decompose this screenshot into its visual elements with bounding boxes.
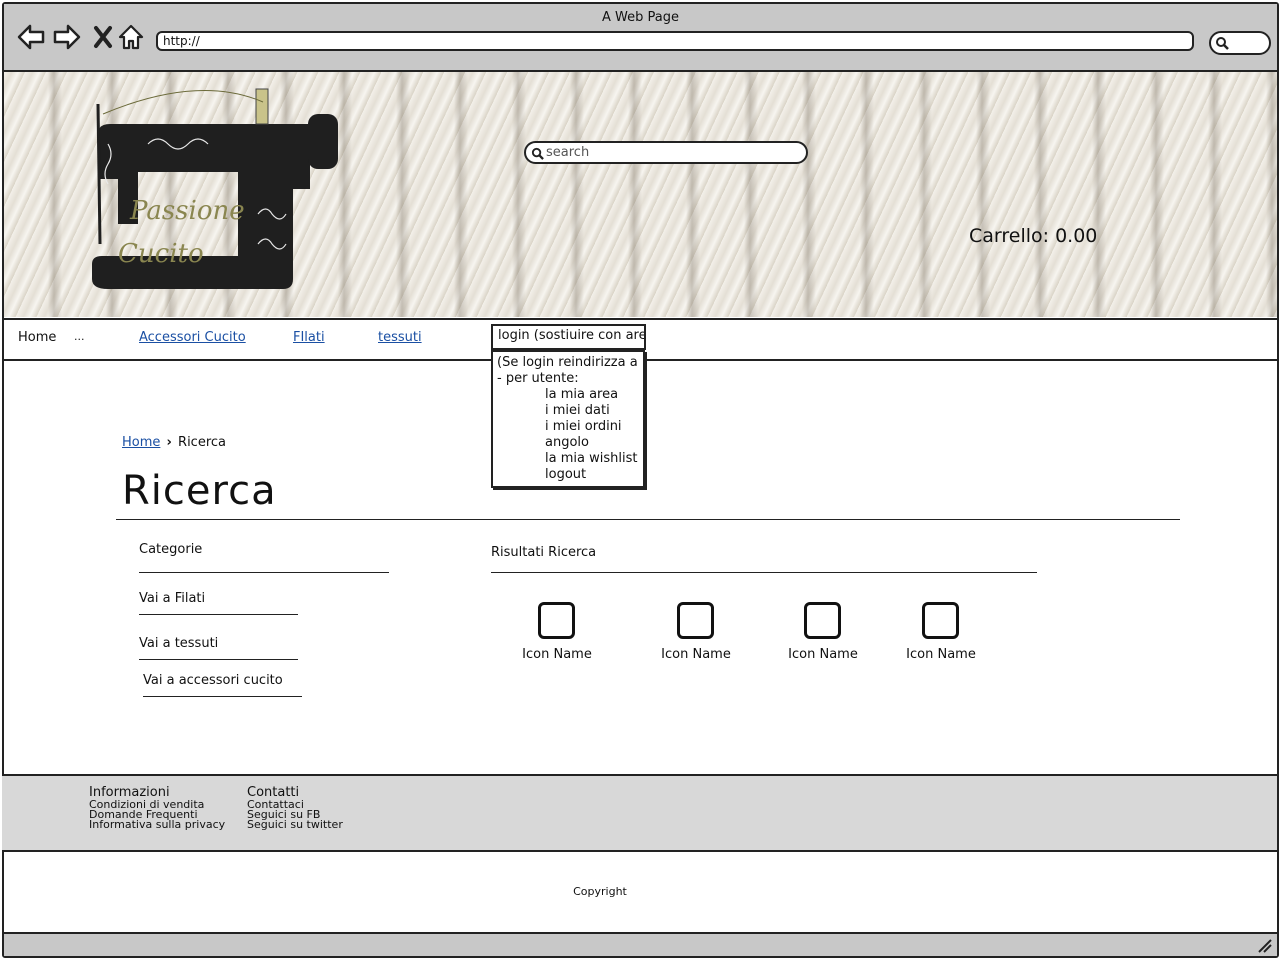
nav-home[interactable]: Home bbox=[18, 330, 56, 345]
back-icon[interactable] bbox=[16, 22, 46, 52]
menu-item-wishlist[interactable]: la mia wishlist bbox=[497, 451, 639, 467]
result-icon[interactable] bbox=[804, 602, 841, 639]
sidebar-divider bbox=[139, 614, 298, 615]
result-icon-label[interactable]: Icon Name bbox=[891, 647, 991, 662]
resize-handle-icon[interactable] bbox=[1257, 939, 1273, 953]
breadcrumb: Home › Ricerca bbox=[122, 435, 226, 450]
result-icon-label[interactable]: Icon Name bbox=[773, 647, 873, 662]
result-icon[interactable] bbox=[677, 602, 714, 639]
browser-statusbar bbox=[4, 932, 1277, 956]
browser-search-field[interactable] bbox=[1209, 31, 1271, 55]
site-search-input[interactable]: search bbox=[524, 141, 808, 164]
window-title: A Web Page bbox=[602, 10, 679, 25]
search-placeholder: search bbox=[546, 145, 590, 160]
footer-link-twitter[interactable]: Seguici su twitter bbox=[247, 819, 343, 830]
cart-total[interactable]: Carrello: 0.00 bbox=[969, 225, 1097, 247]
logo-text-2: Cucito bbox=[118, 239, 204, 269]
menu-item-i-miei-dati[interactable]: i miei dati bbox=[497, 403, 639, 419]
result-icon[interactable] bbox=[538, 602, 575, 639]
login-select[interactable]: login (sostiuire con area per utente) bbox=[491, 324, 646, 350]
logo-text-1: Passione bbox=[129, 196, 245, 226]
nav-accessori-cucito[interactable]: Accessori Cucito bbox=[139, 330, 246, 345]
dropdown-note: (Se login reindirizza a bbox=[497, 355, 638, 370]
search-icon bbox=[1216, 37, 1229, 50]
sidebar-item-accessori[interactable]: Vai a accessori cucito bbox=[143, 673, 283, 688]
login-select-value: login (sostiuire con area per utente) bbox=[498, 328, 646, 343]
sidebar-divider bbox=[139, 572, 389, 573]
sidebar-divider bbox=[139, 659, 298, 660]
footer-link-privacy[interactable]: Informativa sulla privacy bbox=[89, 819, 225, 830]
home-icon[interactable] bbox=[116, 22, 146, 52]
results-divider bbox=[491, 572, 1037, 573]
dropdown-note: - per utente: bbox=[497, 371, 579, 386]
nav-filati[interactable]: FIlati bbox=[293, 330, 325, 345]
forward-icon[interactable] bbox=[52, 22, 82, 52]
browser-toolbar: A Web Page http:// bbox=[4, 4, 1277, 72]
sidebar-item-tessuti[interactable]: Vai a tessuti bbox=[139, 636, 218, 651]
sidebar-item-filati[interactable]: Vai a Filati bbox=[139, 591, 205, 606]
footer: Informazioni Condizioni di vendita Doman… bbox=[2, 774, 1277, 852]
menu-item-la-mia-area[interactable]: la mia area bbox=[497, 387, 639, 403]
sidebar-heading: Categorie bbox=[139, 542, 203, 557]
nav-ellipsis: ... bbox=[74, 330, 85, 343]
menu-item-angolo[interactable]: angolo bbox=[497, 435, 639, 451]
breadcrumb-home[interactable]: Home bbox=[122, 435, 160, 450]
url-field[interactable]: http:// bbox=[156, 31, 1194, 51]
login-dropdown-menu: (Se login reindirizza a - per utente: la… bbox=[491, 350, 645, 488]
header-banner: Passione Cucito search Carrello: 0.00 bbox=[4, 72, 1277, 317]
sidebar-divider bbox=[143, 696, 302, 697]
breadcrumb-current: Ricerca bbox=[178, 435, 226, 450]
menu-item-logout[interactable]: logout bbox=[497, 467, 639, 483]
title-divider bbox=[116, 519, 1180, 520]
result-icon-label[interactable]: Icon Name bbox=[507, 647, 607, 662]
results-heading: Risultati Ricerca bbox=[491, 545, 597, 560]
result-icon-label[interactable]: Icon Name bbox=[646, 647, 746, 662]
menu-item-i-miei-ordini[interactable]: i miei ordini bbox=[497, 419, 639, 435]
chevron-right-icon: › bbox=[166, 435, 172, 450]
search-icon bbox=[531, 147, 544, 160]
result-icon[interactable] bbox=[922, 602, 959, 639]
nav-tessuti[interactable]: tessuti bbox=[378, 330, 422, 345]
copyright: Copyright bbox=[573, 885, 627, 898]
sewing-machine-logo: Passione Cucito bbox=[92, 88, 338, 289]
page-title: Ricerca bbox=[122, 468, 277, 514]
